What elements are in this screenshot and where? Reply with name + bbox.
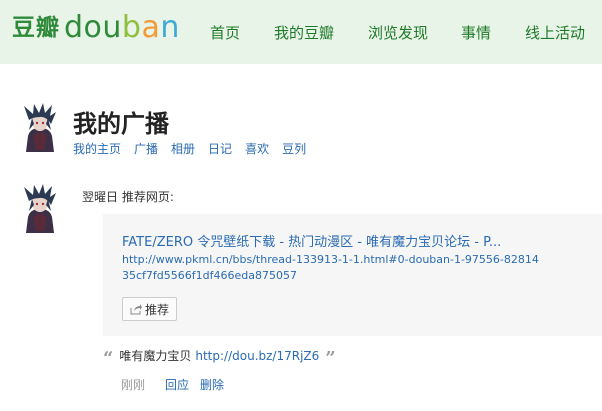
subnav-album[interactable]: 相册: [171, 140, 195, 157]
subnav-doulist[interactable]: 豆列: [282, 140, 306, 157]
post-timestamp: 刚刚: [121, 378, 146, 392]
subnav-likes[interactable]: 喜欢: [245, 140, 269, 157]
nav-item-home[interactable]: 首页: [210, 22, 240, 43]
share-icon: [130, 303, 142, 315]
shared-link-title[interactable]: FATE/ZERO 令咒壁纸下载 - 热门动漫区 - 唯有魔力宝贝论坛 - P.…: [122, 231, 542, 250]
avatar-image: [24, 184, 56, 233]
douban-logo[interactable]: 豆瓣 douban: [12, 10, 180, 50]
comment-link[interactable]: http://dou.bz/17RjZ6: [195, 349, 319, 363]
nav-item-explore[interactable]: 浏览发现: [368, 22, 428, 43]
top-navbar: 豆瓣 douban 首页 我的豆瓣 浏览发现 事情 线上活动: [0, 0, 602, 64]
recommend-button[interactable]: 推荐: [122, 297, 178, 321]
post-author-avatar[interactable]: [20, 183, 60, 233]
nav-item-online-activities[interactable]: 线上活动: [525, 22, 585, 43]
logo-chinese: 豆瓣: [12, 15, 60, 41]
reply-link[interactable]: 回应: [165, 376, 189, 393]
post-actions: 刚刚 回应 删除: [121, 376, 235, 393]
profile-subnav: 我的主页 广播 相册 日记 喜欢 豆列: [73, 140, 319, 157]
page-title: 我的广播: [73, 110, 169, 138]
logo-english: douban: [64, 10, 180, 45]
subnav-my-homepage[interactable]: 我的主页: [73, 140, 121, 157]
close-quote-icon: ”: [325, 347, 336, 369]
subnav-broadcast[interactable]: 广播: [134, 140, 158, 157]
recommend-button-label: 推荐: [145, 302, 170, 317]
comment-text: 唯有魔力宝贝: [119, 349, 192, 363]
shared-link-url[interactable]: http://www.pkml.cn/bbs/thread-133913-1-1…: [122, 252, 542, 284]
user-avatar[interactable]: [20, 102, 60, 152]
nav-item-events[interactable]: 事情: [461, 22, 491, 43]
subnav-diary[interactable]: 日记: [208, 140, 232, 157]
delete-link[interactable]: 删除: [200, 376, 224, 393]
open-quote-icon: “: [103, 347, 114, 369]
post-header: 翌曜日 推荐网页:: [82, 188, 174, 205]
shared-link-card: FATE/ZERO 令咒壁纸下载 - 热门动漫区 - 唯有魔力宝贝论坛 - P.…: [103, 214, 602, 336]
post-action-text: 推荐网页:: [121, 190, 174, 204]
post-author-name: 翌曜日: [82, 190, 119, 204]
nav-item-my-douban[interactable]: 我的豆瓣: [274, 22, 334, 43]
avatar-image: [24, 103, 56, 152]
post-comment: “ 唯有魔力宝贝 http://dou.bz/17RjZ6 ”: [103, 347, 336, 369]
